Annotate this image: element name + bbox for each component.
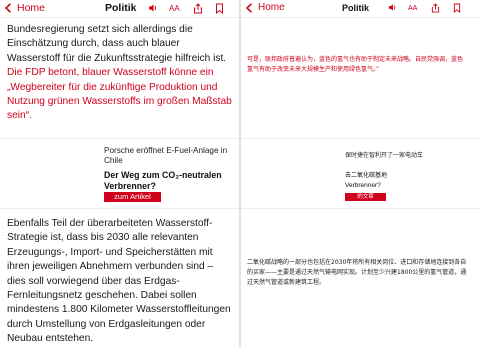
- bookmark-icon[interactable]: [453, 3, 461, 13]
- german-article-pane: Home Politik AA Bundesregierung setzt si…: [0, 0, 239, 347]
- chinese-article-pane: Home Politik AA 可是，联邦政府普遍认为，蓝色的氢气也有助于制定未…: [241, 0, 480, 347]
- share-icon[interactable]: [431, 3, 440, 13]
- bookmark-icon[interactable]: [215, 3, 224, 14]
- back-button-translated[interactable]: Home: [245, 2, 285, 13]
- chevron-left-icon: [245, 2, 253, 13]
- top-nav-bar: Home Politik AA: [0, 0, 239, 18]
- font-size-button[interactable]: AA: [169, 4, 180, 14]
- back-label: Home: [258, 2, 285, 13]
- teaser-divider-bottom: [241, 208, 480, 209]
- teaser-kicker: Porsche eröffnet E-Fuel-Anlage in Chile: [104, 146, 228, 165]
- article-paragraph-2: Ebenfalls Teil der überarbeiteten Wasser…: [7, 218, 231, 345]
- translated-paragraph-2: 二氧化碳战略的一部分也包括在2030年将所有相关岗位、进口和存储地连接到各自的买…: [247, 259, 467, 286]
- font-size-button[interactable]: AA: [408, 4, 417, 14]
- share-icon[interactable]: [193, 3, 203, 14]
- speaker-icon[interactable]: [388, 3, 397, 12]
- to-article-button-translated[interactable]: 的文章: [345, 193, 386, 201]
- top-nav-bar-translated: Home Politik AA: [241, 0, 480, 18]
- back-label: Home: [17, 2, 46, 14]
- chevron-left-icon: [4, 3, 12, 13]
- teaser-divider-top: [241, 138, 480, 139]
- teaser-kicker-translated: 保时捷在智利开了一家电动车: [345, 152, 424, 159]
- paragraph-text: Bundesregierung setzt sich allerdings di…: [7, 24, 227, 64]
- teaser-headline-line1[interactable]: 去二氧化碳基地: [345, 171, 475, 180]
- section-title: Politik: [105, 2, 137, 14]
- teaser-divider-bottom: [0, 208, 239, 209]
- article-paragraph: Bundesregierung setzt sich allerdings di…: [7, 23, 233, 124]
- teaser-divider-top: [0, 138, 239, 139]
- back-button[interactable]: Home: [4, 2, 45, 14]
- highlighted-quote: Die FDP betont, blauer Wasserstoff könne…: [7, 67, 232, 122]
- to-article-button[interactable]: zum Artikel: [104, 192, 161, 202]
- speaker-icon[interactable]: [148, 3, 158, 13]
- teaser-headline[interactable]: Der Weg zum CO₂-neutralen Verbrenner?: [104, 170, 236, 192]
- section-title-translated: Politik: [342, 3, 370, 13]
- teaser-headline-line2[interactable]: Verbrenner?: [345, 181, 475, 190]
- translated-quote: 可是，联邦政府普遍认为，蓝色的氢气也有助于制定未来战略。自民党强调，蓝色氢气有助…: [247, 56, 464, 73]
